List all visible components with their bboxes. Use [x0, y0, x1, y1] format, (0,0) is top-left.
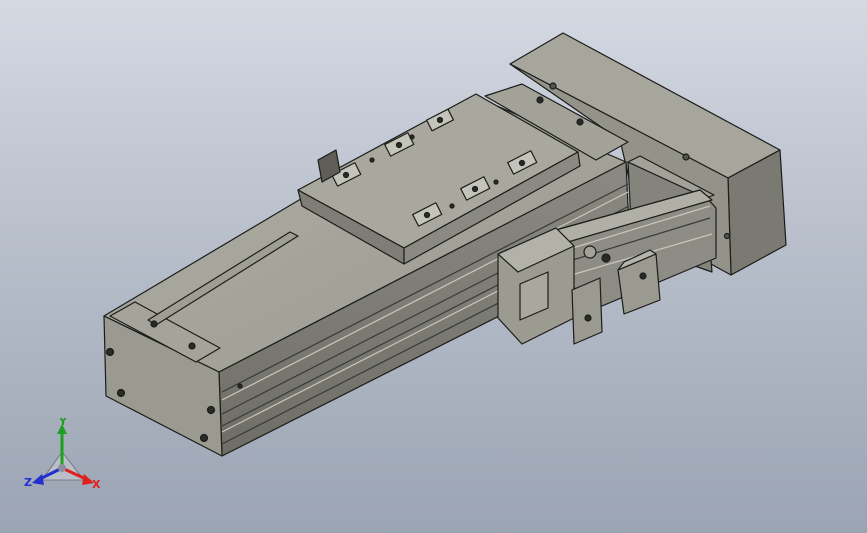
y-axis-label: Y: [58, 418, 68, 428]
x-axis-label: X: [92, 478, 101, 491]
3d-viewport[interactable]: Y X Z: [0, 0, 867, 533]
z-axis-label: Z: [24, 476, 32, 489]
orientation-triad: Y X Z: [24, 418, 101, 491]
linear-actuator-model[interactable]: [0, 0, 867, 533]
